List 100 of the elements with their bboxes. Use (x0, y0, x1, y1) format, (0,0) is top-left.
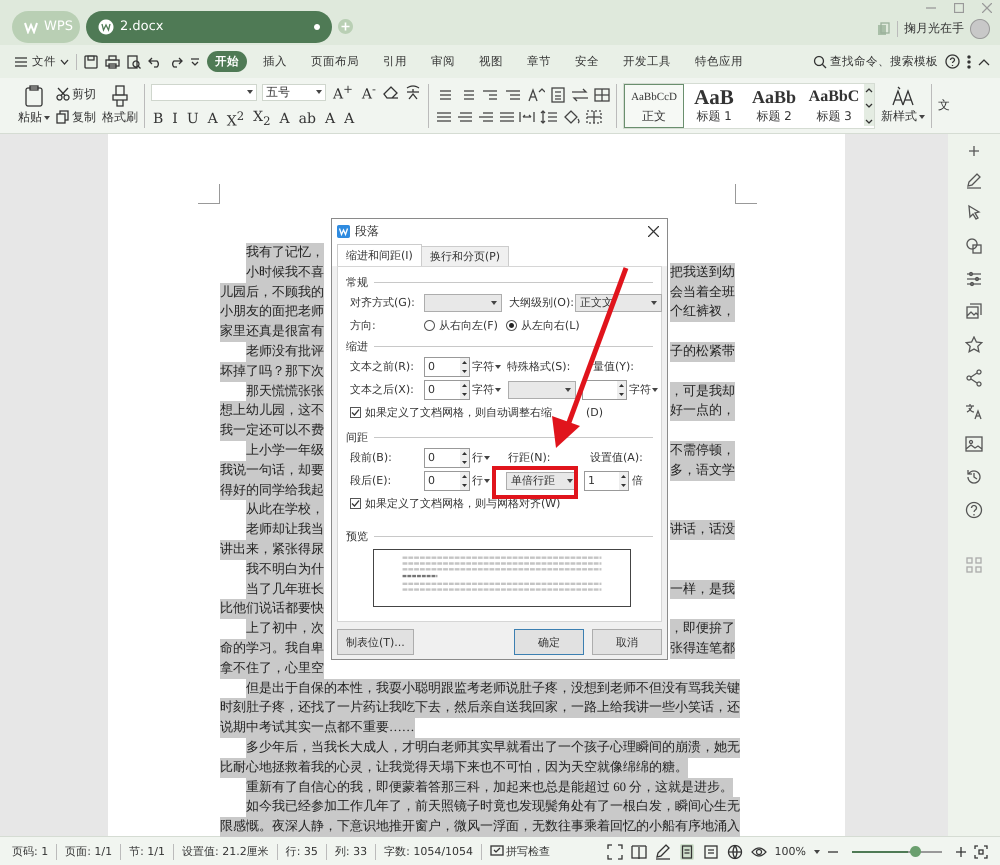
ribbon-label[interactable]: 文 (938, 97, 950, 114)
spin-field[interactable]: 0 (424, 470, 470, 490)
ribbon-tab[interactable]: 安全 (567, 51, 607, 72)
spin-field[interactable]: 0 (424, 380, 470, 400)
format-button[interactable]: I (170, 110, 180, 127)
collapse-icon[interactable] (978, 58, 990, 66)
dropdown-icon[interactable] (190, 58, 200, 66)
align-right-icon[interactable] (476, 110, 493, 124)
gallery-scroll-icon[interactable] (864, 84, 874, 126)
font-size-field[interactable]: 五号 (262, 84, 326, 101)
pencil-icon[interactable] (654, 844, 671, 860)
ribbon-tab[interactable]: 页面布局 (303, 51, 367, 72)
zoom-level[interactable]: 100% (774, 845, 806, 858)
redo-icon[interactable] (169, 56, 183, 68)
page-view-icon[interactable] (678, 844, 695, 860)
print-preview-icon[interactable] (127, 54, 141, 68)
border-icon[interactable] (586, 110, 602, 124)
style-preset[interactable]: AaB 标题 1 (684, 84, 744, 128)
spin-field[interactable]: 1 (584, 470, 629, 490)
outline-view-icon[interactable] (702, 844, 719, 860)
format-button[interactable]: ab (296, 110, 318, 127)
format-button[interactable]: A (342, 110, 356, 127)
format-button[interactable]: A (278, 110, 292, 127)
ribbon-tab[interactable]: 视图 (471, 51, 511, 72)
font-name-field[interactable] (151, 84, 257, 101)
text-case-icon[interactable] (526, 88, 545, 102)
radio-option[interactable]: 从左向右(L) (506, 318, 580, 333)
spin-field[interactable]: 0 (424, 448, 470, 468)
spell-check-button[interactable]: 拼写检查 (490, 844, 550, 859)
unit-dropdown[interactable]: 字符 (627, 382, 660, 397)
cancel-button[interactable]: 取消 (592, 629, 662, 655)
spin-field[interactable] (582, 380, 627, 400)
file-menu[interactable]: 文件 (14, 54, 69, 69)
format-button[interactable]: A$^{-}$ (360, 82, 378, 102)
line-spacing-icon[interactable] (540, 110, 558, 124)
undo-icon[interactable] (148, 56, 162, 68)
format-button[interactable]: A (206, 110, 220, 127)
fullscreen-icon[interactable] (606, 844, 623, 860)
ribbon-tab[interactable]: 开发工具 (615, 51, 679, 72)
add-icon[interactable] (969, 146, 979, 156)
align-center-icon[interactable] (456, 110, 472, 124)
spin-field[interactable]: 0 (424, 356, 470, 376)
app-tab[interactable]: 2.docx (86, 10, 332, 42)
sliders-icon[interactable] (965, 270, 983, 288)
help-icon[interactable] (945, 54, 960, 69)
unit-dropdown[interactable]: 字符 (470, 382, 503, 397)
outdent-icon[interactable] (480, 88, 499, 102)
format-button[interactable]: B (151, 110, 166, 127)
book-icon[interactable] (630, 844, 647, 860)
slider-thumb[interactable] (910, 846, 922, 856)
share-icon[interactable] (965, 369, 983, 387)
style-preset[interactable]: AaBb 标题 2 (744, 84, 804, 128)
unit-dropdown[interactable]: 字符 (470, 359, 503, 374)
web-view-icon[interactable] (726, 844, 743, 860)
star-icon[interactable] (965, 336, 983, 354)
search-icon[interactable] (813, 54, 827, 68)
distribute-icon[interactable] (518, 110, 535, 124)
table-icon[interactable] (594, 88, 610, 102)
image-stack-icon[interactable] (965, 303, 983, 321)
format-button[interactable]: A (322, 110, 338, 127)
cut-button[interactable]: 剪切 (56, 86, 96, 102)
radio-option[interactable]: 从右向左(F) (424, 318, 498, 333)
tab-stops-button[interactable]: 制表位(T)... (337, 629, 414, 655)
command-search[interactable]: 查找命令、搜索模板 (830, 54, 938, 69)
checkbox[interactable]: 如果定义了文档网格，则自动调整右缩 (350, 405, 552, 420)
ribbon-tab[interactable]: 插入 (255, 51, 295, 72)
swap-icon[interactable] (570, 88, 589, 102)
zoom-in-icon[interactable] (956, 846, 966, 856)
format-button[interactable]: X$^{2}$ (224, 108, 246, 130)
unit-dropdown[interactable]: 行 (470, 450, 492, 465)
unit-dropdown[interactable]: 行 (470, 473, 492, 488)
align-left-icon[interactable] (434, 110, 451, 124)
new-style-button[interactable]: 新样式 (880, 86, 925, 125)
dialog-tab[interactable]: 缩进和间距(I) (337, 244, 422, 266)
image-icon[interactable] (965, 435, 983, 453)
format-button[interactable]: A$^{+}$ (331, 82, 355, 102)
ribbon-tab[interactable]: 审阅 (423, 51, 463, 72)
dialog-tab[interactable]: 换行和分页(P) (420, 246, 510, 266)
paste-button[interactable]: 粘贴 (18, 85, 50, 126)
ribbon-tab[interactable]: 特色应用 (687, 51, 751, 72)
ribbon-tab[interactable]: 引用 (375, 51, 415, 72)
format-painter-button[interactable]: 格式刷 (102, 85, 138, 126)
format-button[interactable]: U (184, 110, 201, 127)
fit-window-icon[interactable] (974, 844, 988, 858)
pen-icon[interactable] (965, 171, 983, 189)
shapes-icon[interactable] (965, 237, 983, 255)
ok-button[interactable]: 确定 (514, 629, 584, 655)
format-button[interactable]: X$_{2}$ (251, 109, 273, 128)
style-preset[interactable]: AaBbCcD 正文 (624, 84, 684, 128)
indent-icon[interactable] (504, 88, 522, 102)
user-name[interactable]: 掬月光在手 (904, 20, 964, 37)
style-preset[interactable]: AaBbC 标题 3 (804, 84, 864, 128)
ribbon-tab[interactable]: 章节 (519, 51, 559, 72)
help-icon[interactable] (965, 501, 983, 519)
close-icon[interactable] (648, 226, 659, 236)
save-icon[interactable] (84, 54, 98, 68)
ribbon-tab[interactable]: 开始 (207, 51, 247, 72)
justify-icon[interactable] (498, 110, 514, 124)
more-icon[interactable] (967, 54, 971, 68)
history-icon[interactable] (965, 468, 983, 486)
